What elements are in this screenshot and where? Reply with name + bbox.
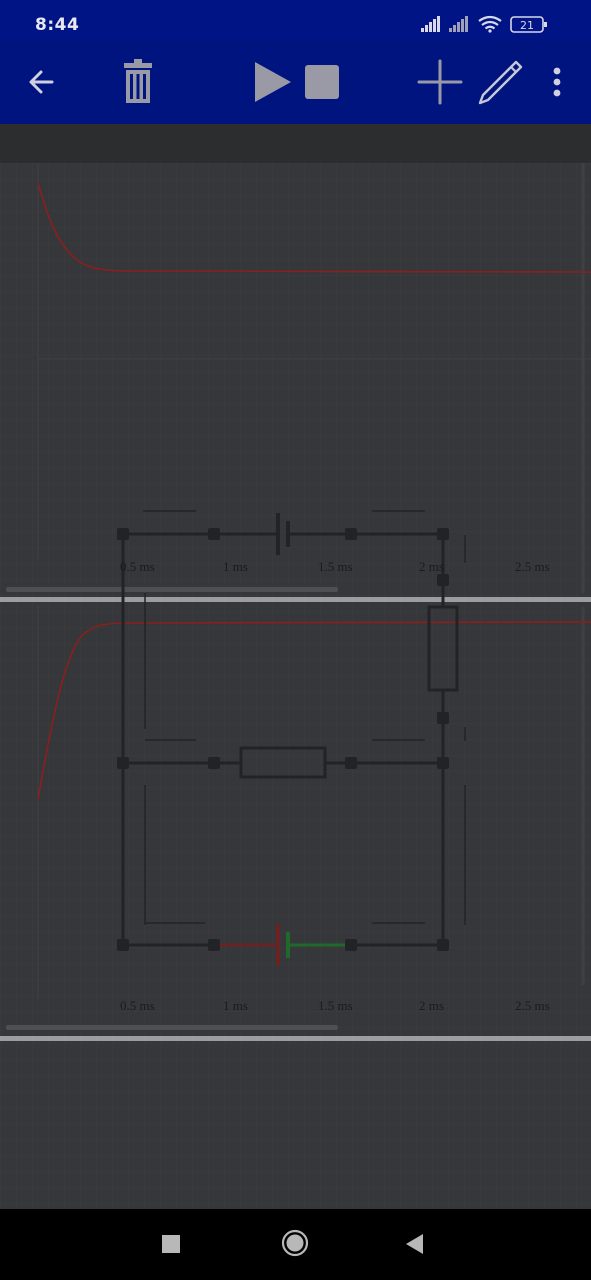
status-icons: 21 bbox=[421, 15, 547, 33]
sub-bar bbox=[0, 124, 591, 163]
stop-icon bbox=[305, 65, 339, 99]
stop-button[interactable] bbox=[300, 40, 344, 124]
more-vert-icon bbox=[553, 67, 561, 97]
add-icon bbox=[417, 59, 463, 105]
scope-1-tick: 0.5 ms bbox=[120, 559, 155, 574]
battery-icon: 21 bbox=[510, 16, 547, 33]
edit-button[interactable] bbox=[476, 40, 524, 124]
scope-2-divider[interactable] bbox=[0, 1036, 591, 1041]
home-circle-icon bbox=[281, 1229, 309, 1257]
scope-1-tick: 2.5 ms bbox=[515, 559, 550, 574]
status-bar: 8:44 21 bbox=[0, 0, 591, 40]
scope-1-divider[interactable] bbox=[0, 597, 591, 602]
scope-2-tick: 2.5 ms bbox=[515, 998, 550, 1013]
scope-1-tick: 1 ms bbox=[223, 559, 248, 574]
wifi-icon bbox=[478, 15, 502, 33]
signal-icon bbox=[449, 16, 468, 32]
circuit-canvas[interactable]: 0.5 ms 1 ms 1.5 ms 2 ms 2.5 ms 0.5 ms 1 … bbox=[0, 163, 591, 1209]
scope-2-scrollbar[interactable] bbox=[6, 1025, 338, 1030]
scope-1-scrollbar[interactable] bbox=[6, 587, 338, 592]
scope-2-tick: 0.5 ms bbox=[120, 998, 155, 1013]
scope-2-tick: 1.5 ms bbox=[318, 998, 353, 1013]
back-arrow-icon bbox=[29, 70, 54, 94]
scope-2-tick: 1 ms bbox=[223, 998, 248, 1013]
battery-level: 21 bbox=[520, 19, 534, 32]
recents-square-icon bbox=[162, 1235, 180, 1253]
system-nav-bar bbox=[0, 1209, 591, 1280]
scope-1-tick: 2 ms bbox=[419, 559, 444, 574]
play-icon bbox=[255, 62, 291, 102]
canvas-graphics bbox=[0, 163, 591, 1209]
add-button[interactable] bbox=[416, 40, 464, 124]
pencil-icon bbox=[478, 60, 523, 105]
grid-background bbox=[0, 163, 591, 1209]
signal-icon bbox=[421, 16, 440, 32]
trash-icon bbox=[124, 59, 152, 103]
toolbar bbox=[0, 40, 591, 124]
back-button[interactable] bbox=[20, 40, 64, 124]
scope-1-tick: 1.5 ms bbox=[318, 559, 353, 574]
recents-button[interactable] bbox=[158, 1231, 184, 1261]
scope-2-tick: 2 ms bbox=[419, 998, 444, 1013]
more-options-button[interactable] bbox=[545, 40, 569, 124]
back-nav-button[interactable] bbox=[402, 1231, 428, 1261]
delete-button[interactable] bbox=[116, 40, 160, 124]
back-triangle-icon bbox=[406, 1234, 423, 1254]
home-button[interactable] bbox=[280, 1228, 310, 1262]
status-time: 8:44 bbox=[35, 15, 80, 35]
play-button[interactable] bbox=[250, 40, 294, 124]
